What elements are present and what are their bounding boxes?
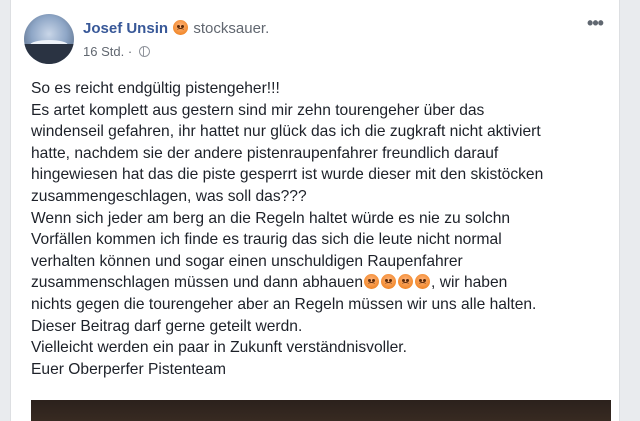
post-line: Wenn sich jeder am berg an die Regeln ha… [31,209,511,227]
post-image-preview[interactable] [31,400,611,421]
author-avatar[interactable] [24,14,74,64]
post-line: hatte, nachdem sie der andere pistenraup… [31,144,499,162]
angry-face-emoji-icon [173,20,189,35]
author-name-link[interactable]: Josef Unsin [83,20,168,37]
post-line: Dieser Beitrag darf gerne geteilt werdn. [31,317,303,335]
post-line: windenseil gefahren, ihr hattet nur glüc… [31,123,541,141]
post-line: Vielleicht werden ein paar in Zukunft ve… [31,339,407,357]
post-line-part: zusammenschlagen müssen und dann abhauen [31,274,364,292]
post-text: So es reicht endgültig pistengeher!!! Es… [31,78,611,380]
post-line-part: , wir haben [431,274,508,292]
post-line: zusammengeschlagen, was soll das??? [31,187,307,205]
angry-face-emoji-icon [381,274,397,290]
post-line-with-emoji: zusammenschlagen müssen und dann abhauen… [31,272,611,294]
author-line: Josef Unsin stocksauer. [83,20,269,38]
meta-separator: · [124,44,136,59]
post-line: nichts gegen die tourengeher aber an Reg… [31,295,537,313]
avatar-ground [24,44,74,64]
more-options-button[interactable]: ••• [583,14,607,34]
angry-face-emoji-icon [415,274,431,290]
globe-icon[interactable] [138,46,150,57]
post-line: Vorfällen kommen ich finde es traurig da… [31,231,502,249]
angry-face-emoji-icon [398,274,414,290]
post-header: Josef Unsin stocksauer. 16 Std. · ••• [11,0,619,76]
post-line: So es reicht endgültig pistengeher!!! [31,80,280,97]
post-line: verhalten können und sogar einen unschul… [31,252,463,270]
post-meta: 16 Std. · [83,44,150,59]
timestamp-link[interactable]: 16 Std. [83,44,124,59]
post-line: Euer Oberperfer Pistenteam [31,360,227,378]
post-card: Josef Unsin stocksauer. 16 Std. · ••• So… [10,0,620,421]
angry-face-emoji-icon [364,274,380,290]
post-line: Es artet komplett aus gestern sind mir z… [31,101,485,119]
feeling-label: stocksauer. [193,20,270,37]
post-line: hingewiesen hat das die piste gesperrt i… [31,166,544,184]
